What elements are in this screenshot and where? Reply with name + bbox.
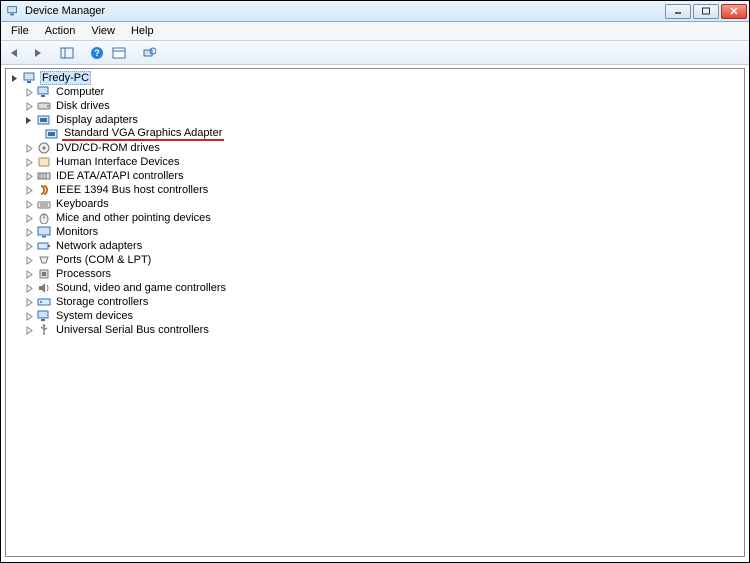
category-label[interactable]: Disk drives	[54, 100, 112, 112]
port-icon	[36, 253, 52, 267]
show-hide-console-tree-button[interactable]	[57, 43, 77, 63]
category-mice[interactable]: Mice and other pointing devices	[6, 211, 744, 225]
keyboard-icon	[36, 197, 52, 211]
expander-icon[interactable]	[24, 115, 35, 126]
hid-icon	[36, 155, 52, 169]
expander-icon[interactable]	[24, 143, 35, 154]
category-network[interactable]: Network adapters	[6, 239, 744, 253]
category-ieee1394[interactable]: IEEE 1394 Bus host controllers	[6, 183, 744, 197]
category-label[interactable]: IEEE 1394 Bus host controllers	[54, 184, 210, 196]
toolbar: ?	[1, 41, 749, 65]
menu-help[interactable]: Help	[123, 23, 162, 39]
titlebar: Device Manager	[1, 1, 749, 22]
category-usb[interactable]: Universal Serial Bus controllers	[6, 323, 744, 337]
category-monitors[interactable]: Monitors	[6, 225, 744, 239]
display-adapter-icon	[44, 127, 60, 141]
category-label[interactable]: Network adapters	[54, 240, 144, 252]
category-ports[interactable]: Ports (COM & LPT)	[6, 253, 744, 267]
category-disk-drives[interactable]: Disk drives	[6, 99, 744, 113]
minimize-button[interactable]	[665, 4, 691, 19]
window-buttons	[665, 4, 747, 19]
category-label[interactable]: Ports (COM & LPT)	[54, 254, 153, 266]
expander-icon[interactable]	[24, 157, 35, 168]
category-display-adapters[interactable]: Display adapters	[6, 113, 744, 127]
maximize-button[interactable]	[693, 4, 719, 19]
mouse-icon	[36, 211, 52, 225]
category-hid[interactable]: Human Interface Devices	[6, 155, 744, 169]
category-sound[interactable]: Sound, video and game controllers	[6, 281, 744, 295]
ide-controller-icon	[36, 169, 52, 183]
root-label[interactable]: Fredy-PC	[40, 71, 91, 85]
expander-icon[interactable]	[24, 283, 35, 294]
system-device-icon	[36, 309, 52, 323]
expander-icon[interactable]	[24, 199, 35, 210]
tree-root-row[interactable]: Fredy-PC	[6, 71, 744, 85]
category-storage[interactable]: Storage controllers	[6, 295, 744, 309]
expander-icon[interactable]	[24, 269, 35, 280]
category-label[interactable]: DVD/CD-ROM drives	[54, 142, 162, 154]
category-system[interactable]: System devices	[6, 309, 744, 323]
processor-icon	[36, 267, 52, 281]
device-standard-vga[interactable]: Standard VGA Graphics Adapter	[6, 127, 744, 141]
close-button[interactable]	[721, 4, 747, 19]
category-label[interactable]: Computer	[54, 86, 106, 98]
menu-view[interactable]: View	[83, 23, 123, 39]
category-computer[interactable]: Computer	[6, 85, 744, 99]
network-adapter-icon	[36, 239, 52, 253]
expander-icon[interactable]	[24, 297, 35, 308]
category-label[interactable]: Human Interface Devices	[54, 156, 182, 168]
firewire-icon	[36, 183, 52, 197]
category-dvd[interactable]: DVD/CD-ROM drives	[6, 141, 744, 155]
svg-text:?: ?	[94, 48, 100, 58]
help-button[interactable]: ?	[87, 43, 107, 63]
forward-button[interactable]	[27, 43, 47, 63]
optical-drive-icon	[36, 141, 52, 155]
category-label[interactable]: Processors	[54, 268, 113, 280]
category-label[interactable]: Storage controllers	[54, 296, 150, 308]
expander-icon[interactable]	[24, 255, 35, 266]
category-label[interactable]: System devices	[54, 310, 135, 322]
category-label[interactable]: Monitors	[54, 226, 100, 238]
scan-hardware-button[interactable]	[139, 43, 159, 63]
sound-icon	[36, 281, 52, 295]
display-adapter-icon	[36, 113, 52, 127]
expander-icon[interactable]	[24, 101, 35, 112]
expander-icon[interactable]	[24, 325, 35, 336]
menubar: File Action View Help	[1, 22, 749, 41]
computer-icon	[22, 71, 38, 85]
expander-icon[interactable]	[24, 241, 35, 252]
category-ide[interactable]: IDE ATA/ATAPI controllers	[6, 169, 744, 183]
device-tree[interactable]: Fredy-PC Computer Disk drives Display ad…	[5, 68, 745, 557]
category-label[interactable]: Display adapters	[54, 114, 140, 126]
expander-icon[interactable]	[24, 87, 35, 98]
category-processors[interactable]: Processors	[6, 267, 744, 281]
menu-file[interactable]: File	[3, 23, 37, 39]
expander-icon[interactable]	[24, 185, 35, 196]
storage-controller-icon	[36, 295, 52, 309]
menu-action[interactable]: Action	[37, 23, 84, 39]
category-label[interactable]: Mice and other pointing devices	[54, 212, 213, 224]
properties-button[interactable]	[109, 43, 129, 63]
monitor-icon	[36, 225, 52, 239]
expander-icon[interactable]	[24, 171, 35, 182]
app-icon	[5, 3, 21, 19]
back-button[interactable]	[5, 43, 25, 63]
category-label[interactable]: Universal Serial Bus controllers	[54, 324, 211, 336]
window-title: Device Manager	[25, 5, 665, 17]
category-label[interactable]: Keyboards	[54, 198, 111, 210]
category-keyboards[interactable]: Keyboards	[6, 197, 744, 211]
disk-icon	[36, 99, 52, 113]
category-label[interactable]: IDE ATA/ATAPI controllers	[54, 170, 186, 182]
device-label[interactable]: Standard VGA Graphics Adapter	[62, 127, 224, 141]
expander-icon[interactable]	[24, 213, 35, 224]
expander-icon[interactable]	[10, 73, 21, 84]
expander-icon[interactable]	[24, 311, 35, 322]
computer-category-icon	[36, 85, 52, 99]
expander-icon[interactable]	[24, 227, 35, 238]
usb-icon	[36, 323, 52, 337]
category-label[interactable]: Sound, video and game controllers	[54, 282, 228, 294]
